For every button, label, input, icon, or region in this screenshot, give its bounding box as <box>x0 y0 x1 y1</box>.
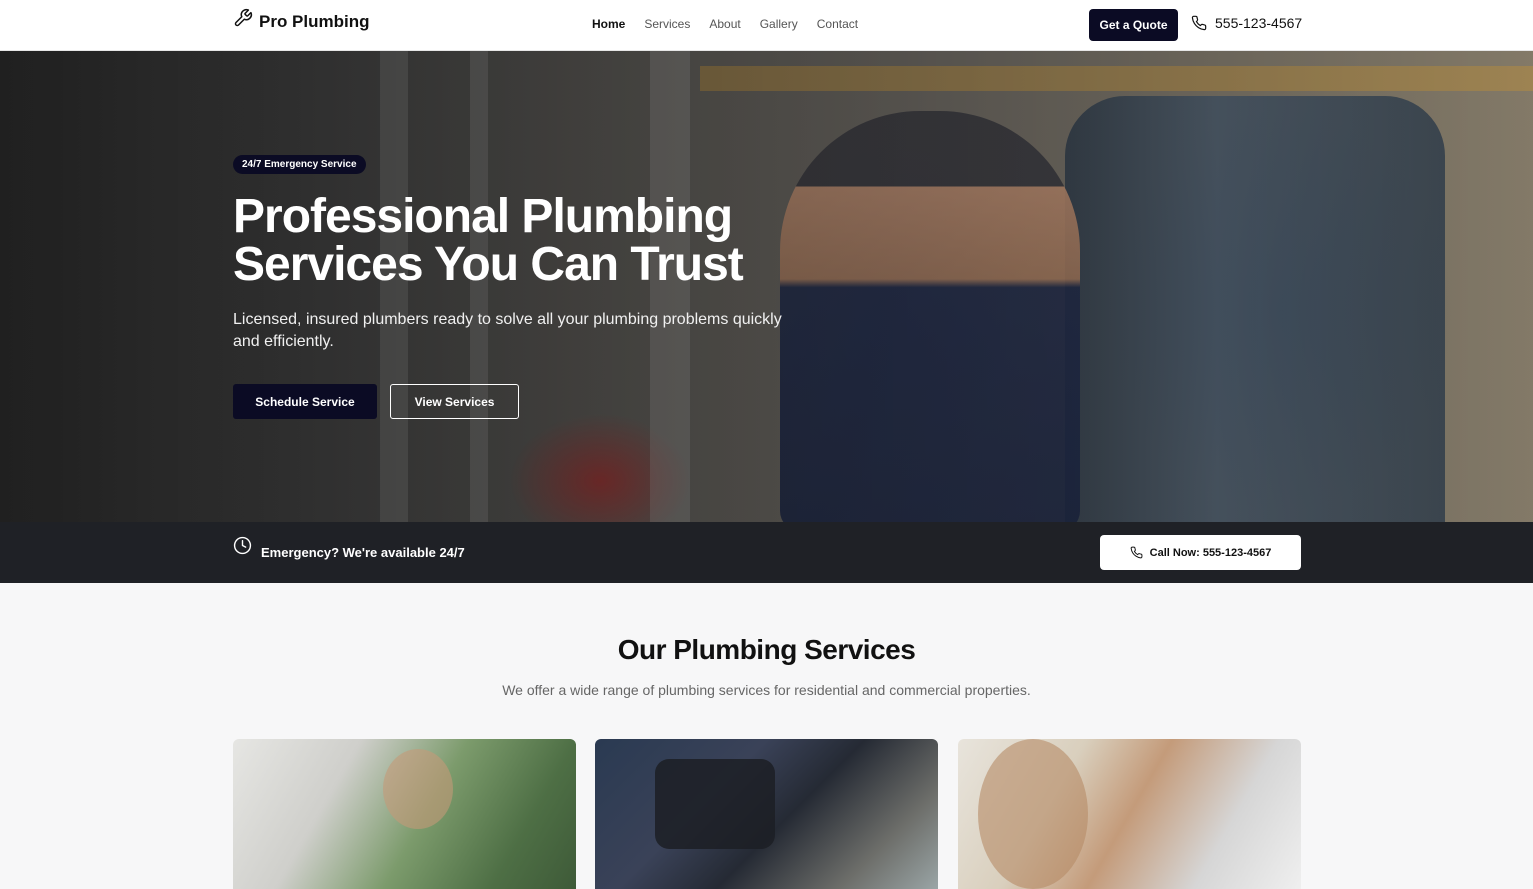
hero-title-line-2: Services You Can Trust <box>233 238 744 291</box>
emergency-text: Emergency? We're available 24/7 <box>261 545 465 560</box>
hero-subtitle: Licensed, insured plumbers ready to solv… <box>233 311 782 350</box>
card-photo-detail <box>655 759 775 849</box>
hero-section: 24/7 Emergency Service Professional Plum… <box>0 51 1533 522</box>
services-subtitle: We offer a wide range of plumbing servic… <box>502 682 1031 698</box>
phone-icon <box>1130 546 1143 559</box>
service-card-image[interactable] <box>233 739 576 889</box>
logo[interactable]: Pro Plumbing <box>233 8 370 32</box>
call-now-label: Call Now: 555-123-4567 <box>1149 546 1272 559</box>
brand-name: Pro Plumbing <box>259 12 370 31</box>
schedule-service-button[interactable]: Schedule Service <box>233 384 377 419</box>
service-card-image[interactable] <box>958 739 1301 889</box>
hero-title-line-1: Professional Plumbing <box>233 190 733 243</box>
nav-gallery[interactable]: Gallery <box>760 17 798 31</box>
emergency-badge: 24/7 Emergency Service <box>233 155 366 174</box>
nav-services[interactable]: Services <box>644 17 690 31</box>
clock-icon <box>233 536 252 555</box>
service-card-image[interactable] <box>595 739 938 889</box>
services-title: Our Plumbing Services <box>617 634 916 665</box>
emergency-bar: Emergency? We're available 24/7 Call Now… <box>0 522 1533 583</box>
hero-title: Professional Plumbing Services You Can T… <box>233 193 833 289</box>
header-phone[interactable]: 555-123-4567 <box>1191 15 1302 31</box>
phone-number: 555-123-4567 <box>1215 15 1303 31</box>
call-now-button[interactable]: Call Now: 555-123-4567 <box>1100 535 1301 570</box>
card-photo-detail <box>978 739 1088 889</box>
view-services-button[interactable]: View Services <box>390 384 519 419</box>
nav-contact[interactable]: Contact <box>817 17 858 31</box>
card-photo-detail <box>383 749 453 829</box>
wrench-icon <box>234 8 253 27</box>
site-header: Pro Plumbing Home Services About Gallery… <box>0 0 1533 51</box>
phone-icon <box>1191 15 1207 31</box>
nav-about[interactable]: About <box>709 17 740 31</box>
get-quote-button[interactable]: Get a Quote <box>1089 9 1178 41</box>
main-nav: Home Services About Gallery Contact <box>592 17 858 31</box>
nav-home[interactable]: Home <box>592 17 625 31</box>
